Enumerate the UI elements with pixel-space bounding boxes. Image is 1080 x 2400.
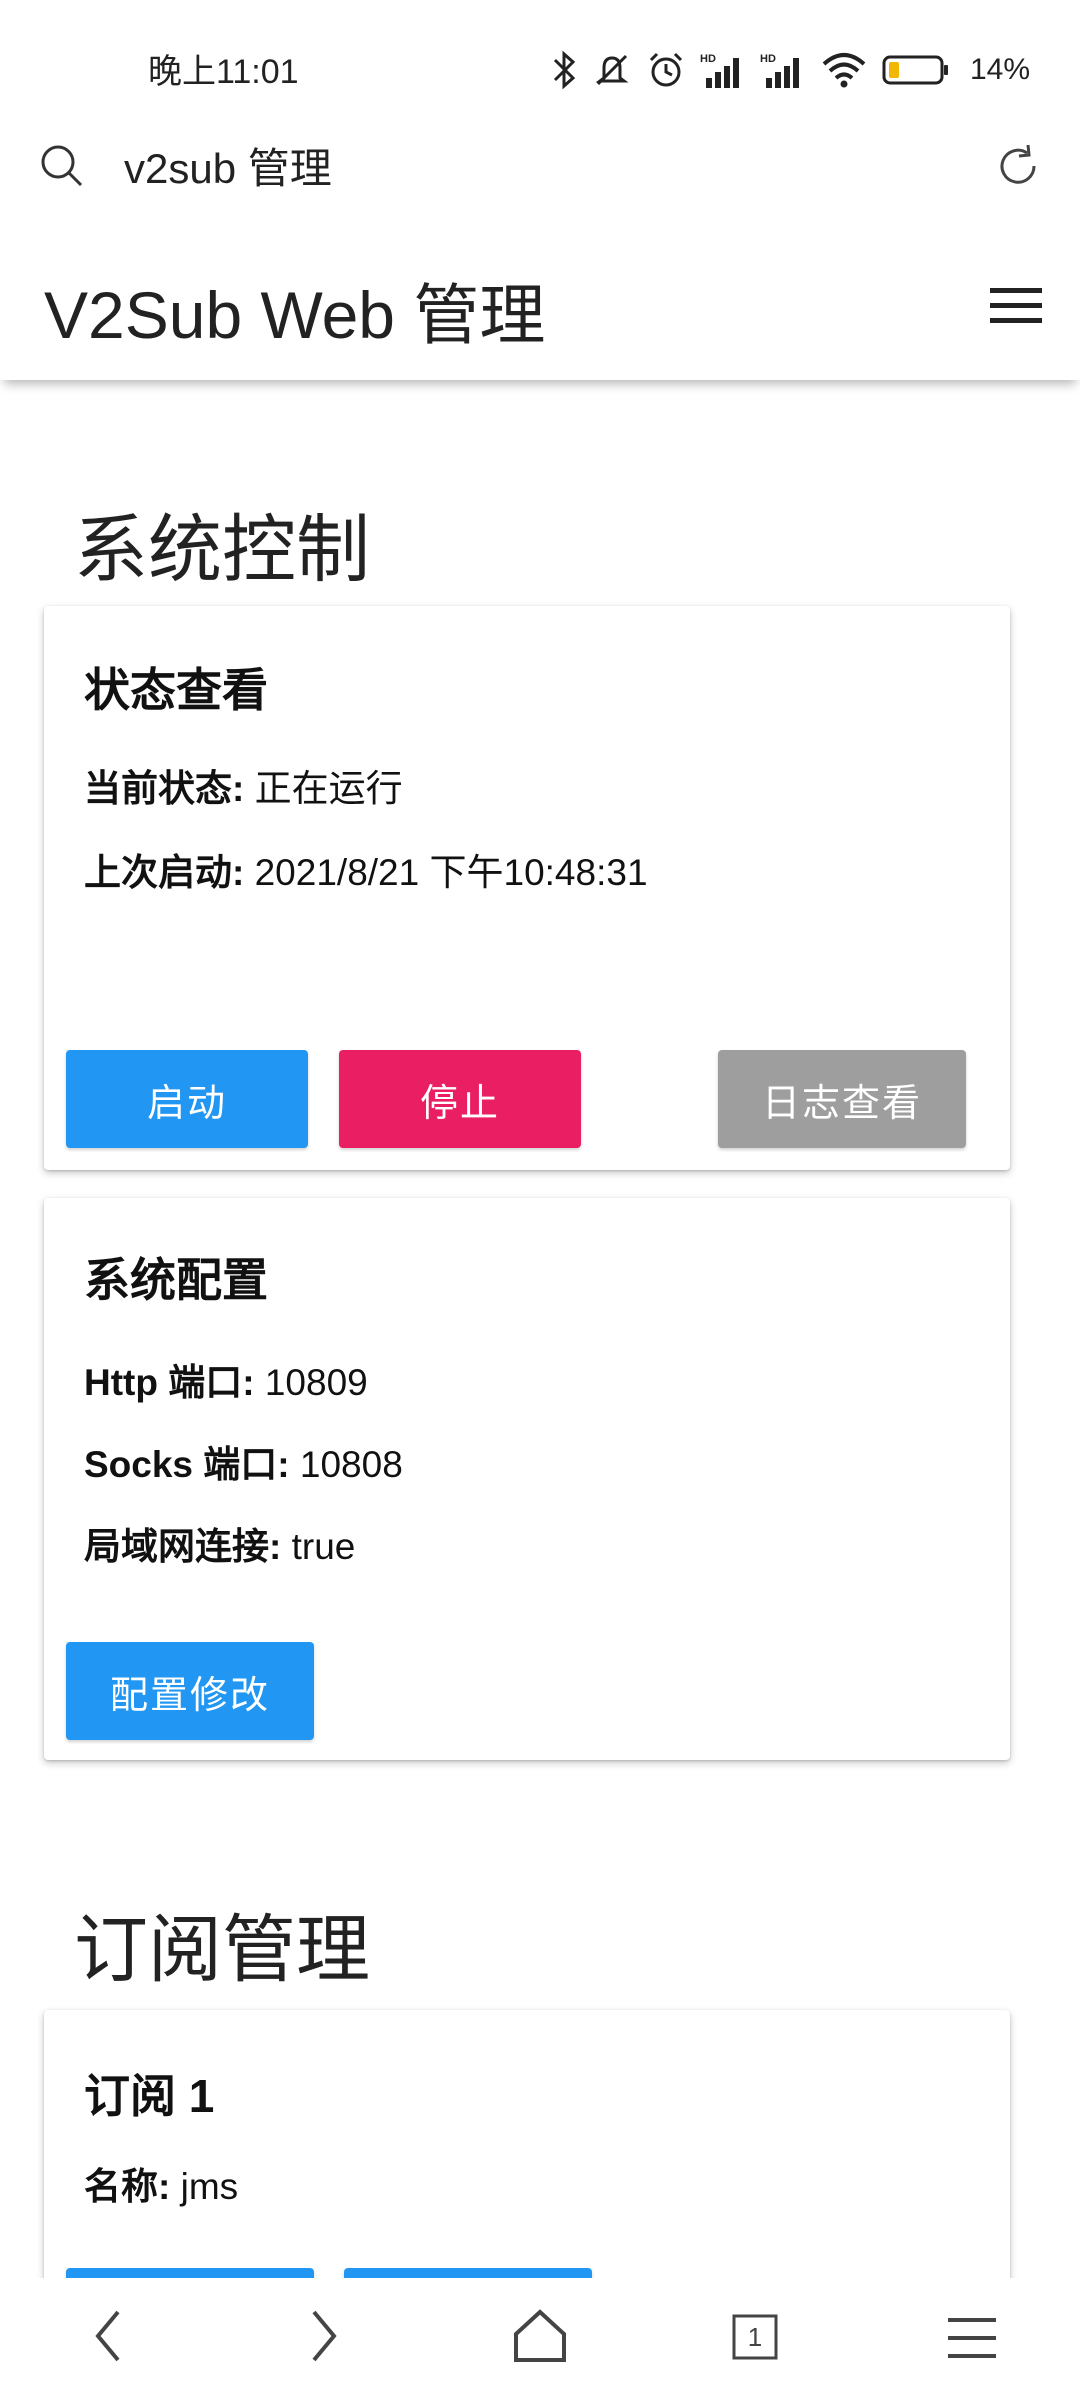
card-title: 订阅 1 [84, 2070, 215, 2122]
url-text[interactable]: v2sub 管理 [124, 140, 332, 199]
field-label: 上次启动: [84, 852, 245, 893]
field-label: Http 端口: [84, 1362, 255, 1403]
status-icons: HD HD 14% [552, 44, 1030, 96]
signal-icon: HD [700, 50, 746, 90]
last-start-field: 上次启动: 2021/8/21 下午10:48:31 [84, 842, 648, 896]
reload-icon[interactable] [994, 142, 1042, 190]
home-icon[interactable] [512, 2306, 568, 2366]
mute-icon [592, 50, 632, 90]
app-title: V2Sub Web 管理 [44, 278, 546, 352]
socks-port-field: Socks 端口: 10808 [84, 1434, 403, 1488]
field-value: jms [180, 2166, 239, 2207]
field-value: 10809 [264, 1362, 368, 1403]
tab-count: 1 [748, 2322, 762, 2352]
stop-button[interactable]: 停止 [339, 1050, 581, 1148]
browser-address-bar[interactable]: v2sub 管理 [0, 120, 1080, 220]
browser-bottom-nav: 1 [0, 2278, 1080, 2400]
back-icon[interactable] [84, 2306, 134, 2366]
field-value: true [291, 1526, 356, 1567]
svg-text:HD: HD [700, 53, 716, 65]
tabs-icon[interactable]: 1 [730, 2312, 780, 2362]
battery-icon [882, 53, 950, 87]
start-button[interactable]: 启动 [66, 1050, 308, 1148]
bluetooth-icon [552, 50, 578, 90]
menu-icon[interactable] [990, 286, 1042, 326]
field-label: 名称: [84, 2166, 171, 2207]
wifi-icon [820, 50, 868, 90]
log-view-button[interactable]: 日志查看 [718, 1050, 966, 1148]
signal-icon: HD [760, 50, 806, 90]
subscription-name-field: 名称: jms [84, 2156, 238, 2210]
field-value: 正在运行 [254, 768, 403, 809]
http-port-field: Http 端口: 10809 [84, 1352, 368, 1406]
lan-field: 局域网连接: true [84, 1516, 355, 1570]
field-label: Socks 端口: [84, 1444, 290, 1485]
config-card: 系统配置 Http 端口: 10809 Socks 端口: 10808 局域网连… [44, 1198, 1010, 1760]
search-icon[interactable] [38, 142, 86, 190]
battery-percent: 14% [969, 53, 1030, 86]
field-value: 2021/8/21 下午10:48:31 [254, 852, 648, 893]
section-title-subscription: 订阅管理 [74, 1908, 370, 1991]
status-time: 晚上11:01 [148, 53, 299, 91]
current-state-field: 当前状态: 正在运行 [84, 758, 403, 812]
forward-icon[interactable] [298, 2306, 348, 2366]
edit-config-button[interactable]: 配置修改 [66, 1642, 314, 1740]
card-title: 系统配置 [84, 1254, 268, 1306]
field-label: 当前状态: [84, 768, 245, 809]
status-card: 状态查看 当前状态: 正在运行 上次启动: 2021/8/21 下午10:48:… [44, 606, 1010, 1170]
app-header: V2Sub Web 管理 [0, 220, 1080, 380]
more-menu-icon[interactable] [946, 2316, 998, 2360]
svg-text:HD: HD [760, 53, 776, 65]
alarm-icon [646, 50, 686, 90]
card-title: 状态查看 [84, 664, 268, 716]
field-label: 局域网连接: [84, 1526, 282, 1567]
section-title-system-control: 系统控制 [74, 508, 370, 591]
field-value: 10808 [299, 1444, 403, 1485]
